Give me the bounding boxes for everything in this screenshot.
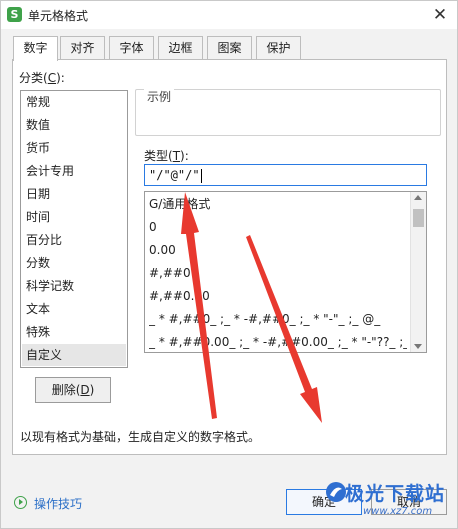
format-cells-dialog: S 单元格格式 ✕ 数字 对齐 字体 边框 图案 保护 分类(C): 常规 数值… [0, 0, 458, 529]
scroll-up-arrow-icon[interactable] [414, 195, 422, 200]
format-item[interactable]: 0.00 [149, 239, 407, 262]
type-label: 类型(T): [144, 149, 189, 163]
category-item-time[interactable]: 时间 [22, 206, 126, 228]
format-code-list[interactable]: G/通用格式 0 0.00 #,##0 #,##0.00 _ * #,##0_ … [144, 191, 427, 353]
tab-border[interactable]: 边框 [158, 36, 203, 60]
type-input[interactable]: "/"@"/" [144, 164, 427, 186]
aurora-logo-icon [326, 482, 346, 502]
tab-alignment[interactable]: 对齐 [60, 36, 105, 60]
delete-button[interactable]: 删除(D) [35, 377, 111, 403]
watermark-brand: 极光下载站 [345, 483, 446, 505]
title-bar: S 单元格格式 ✕ [1, 1, 457, 29]
category-item-general[interactable]: 常规 [22, 91, 126, 113]
format-list-scrollbar[interactable] [410, 192, 426, 352]
tab-font[interactable]: 字体 [109, 36, 154, 60]
category-item-fraction[interactable]: 分数 [22, 252, 126, 274]
watermark-url: www.xz7.com [363, 506, 433, 517]
wps-spreadsheet-icon: S [7, 7, 22, 22]
format-item[interactable]: 0 [149, 216, 407, 239]
format-item[interactable]: #,##0 [149, 262, 407, 285]
scroll-thumb[interactable] [413, 209, 424, 227]
category-item-scientific[interactable]: 科学记数 [22, 275, 126, 297]
category-label: 分类(C): [19, 71, 65, 85]
format-item[interactable]: _ * #,##0_ ;_ * -#,##0_ ;_ * "-"_ ;_ @_ [149, 308, 407, 331]
sample-group: 示例 [135, 88, 441, 136]
tips-label: 操作技巧 [34, 497, 83, 511]
format-item[interactable]: #,##0.00 [149, 285, 407, 308]
category-item-percentage[interactable]: 百分比 [22, 229, 126, 251]
tab-protection[interactable]: 保护 [256, 36, 301, 60]
close-button[interactable]: ✕ [429, 4, 451, 26]
scroll-down-arrow-icon[interactable] [414, 344, 422, 349]
format-description: 以现有格式为基础，生成自定义的数字格式。 [20, 430, 261, 444]
category-item-custom[interactable]: 自定义 [22, 344, 126, 366]
category-item-special[interactable]: 特殊 [22, 321, 126, 343]
dialog-title: 单元格格式 [28, 9, 89, 23]
category-item-number[interactable]: 数值 [22, 114, 126, 136]
format-item[interactable]: G/通用格式 [149, 193, 407, 216]
category-list[interactable]: 常规 数值 货币 会计专用 日期 时间 百分比 分数 科学记数 文本 特殊 自定… [20, 90, 128, 368]
play-circle-icon [14, 496, 27, 509]
sample-label: 示例 [144, 88, 175, 105]
tab-pattern[interactable]: 图案 [207, 36, 252, 60]
category-item-accounting[interactable]: 会计专用 [22, 160, 126, 182]
category-item-date[interactable]: 日期 [22, 183, 126, 205]
type-input-value: "/"@"/" [149, 168, 200, 182]
text-caret [200, 168, 202, 183]
category-item-currency[interactable]: 货币 [22, 137, 126, 159]
tab-number[interactable]: 数字 [13, 36, 58, 61]
watermark: 极光下载站 www.xz7.com [323, 478, 457, 524]
number-tab-panel: 分类(C): 常规 数值 货币 会计专用 日期 时间 百分比 分数 科学记数 文… [12, 59, 447, 455]
format-item[interactable]: _ * #,##0.00_ ;_ * -#,##0.00_ ;_ * "-"??… [149, 331, 407, 352]
category-item-text[interactable]: 文本 [22, 298, 126, 320]
